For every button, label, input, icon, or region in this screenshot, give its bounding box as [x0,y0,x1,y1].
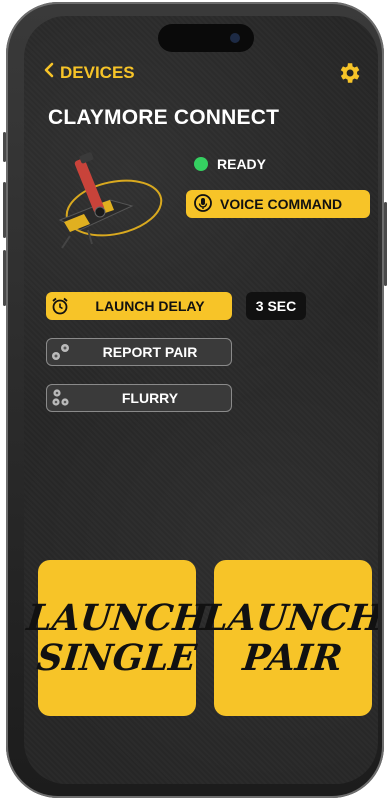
launch-pair-button[interactable]: LAUNCH PAIR [201,560,378,716]
launch-pair-line1: LAUNCH [200,597,378,639]
volume-down-button [3,250,6,306]
back-button[interactable]: DEVICES [44,62,135,83]
status-indicator: READY [194,156,266,172]
claymore-device-image [40,144,168,254]
delay-value-badge[interactable]: 3 SEC [246,292,306,320]
flurry-icon [47,384,75,412]
report-pair-button[interactable]: REPORT PAIR [46,338,232,366]
app-screen: DEVICES CLAYMORE CONNECT READY VOICE COM… [24,16,378,784]
voice-command-label: VOICE COMMAND [220,196,343,212]
launch-delay-label: LAUNCH DELAY [95,298,205,314]
page-title: CLAYMORE CONNECT [48,106,280,129]
report-pair-label: REPORT PAIR [102,344,198,360]
flurry-button[interactable]: FLURRY [46,384,232,412]
mute-switch [3,132,6,162]
flurry-label: FLURRY [121,390,179,406]
report-pair-icon [47,338,75,366]
launch-single-button[interactable]: LAUNCH SINGLE [25,560,209,716]
camera-icon [230,33,240,43]
status-label: READY [217,156,267,172]
back-label: DEVICES [60,62,135,82]
microphone-icon [194,193,212,215]
launch-single-line2: SINGLE [35,637,199,679]
launch-pair-line2: PAIR [241,637,345,679]
power-button [384,202,387,286]
voice-command-button[interactable]: VOICE COMMAND [186,190,370,218]
volume-up-button [3,182,6,238]
settings-gear-icon[interactable] [336,60,362,86]
dynamic-island [158,24,254,52]
ready-status-dot [194,157,208,171]
alarm-clock-icon [46,292,74,320]
phone-frame: DEVICES CLAYMORE CONNECT READY VOICE COM… [3,2,387,798]
launch-single-line1: LAUNCH [24,597,210,639]
chevron-left-icon [44,62,54,83]
launch-delay-button[interactable]: LAUNCH DELAY [46,292,232,320]
